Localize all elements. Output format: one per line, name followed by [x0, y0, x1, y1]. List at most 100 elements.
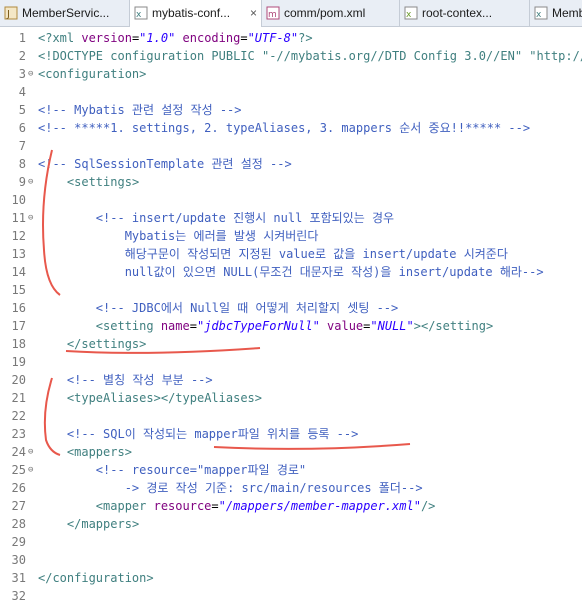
code-text: <settings>: [66, 175, 140, 189]
code-text: null값이 있으면 NULL(무조건 대문자로 작성)을 insert/upd…: [124, 265, 544, 279]
code-text: <!-- *****1. settings, 2. typeAliases, 3…: [38, 121, 531, 135]
tab-1[interactable]: x mybatis-conf... ×: [130, 0, 262, 27]
line-number: 14: [11, 265, 26, 279]
code-line[interactable]: 21 <typeAliases></typeAliases>: [0, 389, 582, 407]
code-line[interactable]: 6 <!-- *****1. settings, 2. typeAliases, …: [0, 119, 582, 137]
line-number: 4: [18, 85, 26, 99]
line-number: 15: [11, 283, 26, 297]
fold-toggle-icon[interactable]: ⊖: [28, 461, 33, 479]
tab-label: comm/pom.xml: [284, 6, 366, 20]
code-line[interactable]: 19: [0, 353, 582, 371]
fold-toggle-icon[interactable]: ⊖: [28, 443, 33, 461]
line-number: 24: [11, 445, 26, 459]
line-number: 27: [11, 499, 26, 513]
code-line[interactable]: 16 <!-- JDBC에서 Null일 때 어떻게 처리할지 셋팅 -->: [0, 299, 582, 317]
code-text: </configuration>: [38, 571, 154, 585]
code-text: <!-- resource="mapper파일 경로": [95, 463, 307, 477]
line-number: 18: [11, 337, 26, 351]
svg-text:m: m: [268, 10, 277, 20]
code-text: <?xml version="1.0" encoding="UTF-8"?>: [38, 31, 313, 45]
code-text: <!-- SQL이 작성되는 mapper파일 위치를 등록 -->: [66, 427, 359, 441]
line-number: 7: [18, 139, 26, 153]
code-line[interactable]: 10: [0, 191, 582, 209]
code-text: </settings>: [66, 337, 147, 351]
line-number: 20: [11, 373, 26, 387]
line-number: 8: [18, 157, 26, 171]
svg-text:J: J: [6, 9, 10, 20]
code-text: Mybatis는 에러를 발생 시켜버린다: [124, 229, 319, 243]
code-line[interactable]: 25 ⊖ <!-- resource="mapper파일 경로": [0, 461, 582, 479]
code-line[interactable]: 23 <!-- SQL이 작성되는 mapper파일 위치를 등록 -->: [0, 425, 582, 443]
code-line[interactable]: 3 ⊖ <configuration>: [0, 65, 582, 83]
line-number: 2: [18, 49, 26, 63]
svg-text:x: x: [536, 10, 542, 20]
line-number: 31: [11, 571, 26, 585]
code-line[interactable]: 17 <setting name="jdbcTypeForNull" value…: [0, 317, 582, 335]
tab-2[interactable]: m comm/pom.xml: [262, 0, 400, 26]
fold-toggle-icon[interactable]: ⊖: [28, 173, 33, 191]
svg-text:x: x: [136, 10, 142, 20]
line-number: 5: [18, 103, 26, 117]
code-line[interactable]: 5 <!-- Mybatis 관련 설정 작성 -->: [0, 101, 582, 119]
line-number: 23: [11, 427, 26, 441]
fold-toggle-icon[interactable]: ⊖: [28, 209, 33, 227]
code-line[interactable]: 27 <mapper resource="/mappers/member-map…: [0, 497, 582, 515]
line-number: 30: [11, 553, 26, 567]
code-line[interactable]: 29: [0, 533, 582, 551]
code-line[interactable]: 22: [0, 407, 582, 425]
line-number: 29: [11, 535, 26, 549]
line-number: 26: [11, 481, 26, 495]
line-number: 11: [11, 211, 26, 225]
code-line[interactable]: 12 Mybatis는 에러를 발생 시켜버린다: [0, 227, 582, 245]
code-text: <mappers>: [66, 445, 132, 459]
tab-3[interactable]: x root-contex...: [400, 0, 530, 26]
code-line[interactable]: 30: [0, 551, 582, 569]
line-number: 1: [18, 31, 26, 45]
tab-label: mybatis-conf...: [152, 6, 231, 20]
code-text: <!-- insert/update 진행시 null 포함되있는 경우: [95, 211, 395, 225]
code-line[interactable]: 4: [0, 83, 582, 101]
close-icon[interactable]: ×: [250, 0, 257, 26]
line-number: 32: [11, 589, 26, 603]
code-line[interactable]: 24 ⊖ <mappers>: [0, 443, 582, 461]
line-number: 13: [11, 247, 26, 261]
code-line[interactable]: 13 해당구문이 작성되면 지정된 value로 값을 insert/updat…: [0, 245, 582, 263]
tab-4[interactable]: x Memb: [530, 0, 582, 26]
code-line[interactable]: 8 <!-- SqlSessionTemplate 관련 설정 -->: [0, 155, 582, 173]
line-number: 21: [11, 391, 26, 405]
code-text: <setting name="jdbcTypeForNull" value="N…: [95, 319, 494, 333]
line-number: 10: [11, 193, 26, 207]
code-text: <configuration>: [38, 67, 147, 81]
code-editor[interactable]: 1 <?xml version="1.0" encoding="UTF-8"?> 2…: [0, 27, 582, 603]
code-line[interactable]: 9 ⊖ <settings>: [0, 173, 582, 191]
code-line[interactable]: 28 </mappers>: [0, 515, 582, 533]
code-line[interactable]: 14 null값이 있으면 NULL(무조건 대문자로 작성)을 insert/…: [0, 263, 582, 281]
code-line[interactable]: 18 </settings>: [0, 335, 582, 353]
line-number: 12: [11, 229, 26, 243]
code-line[interactable]: 7: [0, 137, 582, 155]
line-number: 25: [11, 463, 26, 477]
code-line[interactable]: 20 <!-- 별칭 작성 부분 -->: [0, 371, 582, 389]
line-number: 28: [11, 517, 26, 531]
code-text: </mappers>: [66, 517, 140, 531]
tab-0[interactable]: J MemberServic...: [0, 0, 130, 26]
code-line[interactable]: 15: [0, 281, 582, 299]
code-text: <!-- 별칭 작성 부분 -->: [66, 373, 213, 387]
code-line[interactable]: 11 ⊖ <!-- insert/update 진행시 null 포함되있는 경우: [0, 209, 582, 227]
line-number: 6: [18, 121, 26, 135]
code-line[interactable]: 31 </configuration>: [0, 569, 582, 587]
line-number: 19: [11, 355, 26, 369]
code-text: <typeAliases></typeAliases>: [66, 391, 262, 405]
code-line[interactable]: 32: [0, 587, 582, 605]
code-line[interactable]: 26 -> 경로 작성 기준: src/main/resources 폴더-->: [0, 479, 582, 497]
line-number: 3: [18, 67, 26, 81]
code-text: <!-- Mybatis 관련 설정 작성 -->: [38, 103, 242, 117]
code-text: -> 경로 작성 기준: src/main/resources 폴더-->: [124, 481, 423, 495]
tab-label: root-contex...: [422, 6, 493, 20]
code-line[interactable]: 2 <!DOCTYPE configuration PUBLIC "-//myba…: [0, 47, 582, 65]
code-line[interactable]: 1 <?xml version="1.0" encoding="UTF-8"?>: [0, 29, 582, 47]
line-number: 9: [18, 175, 26, 189]
fold-toggle-icon[interactable]: ⊖: [28, 65, 33, 83]
tab-label: Memb: [552, 6, 582, 20]
svg-text:x: x: [406, 10, 412, 20]
